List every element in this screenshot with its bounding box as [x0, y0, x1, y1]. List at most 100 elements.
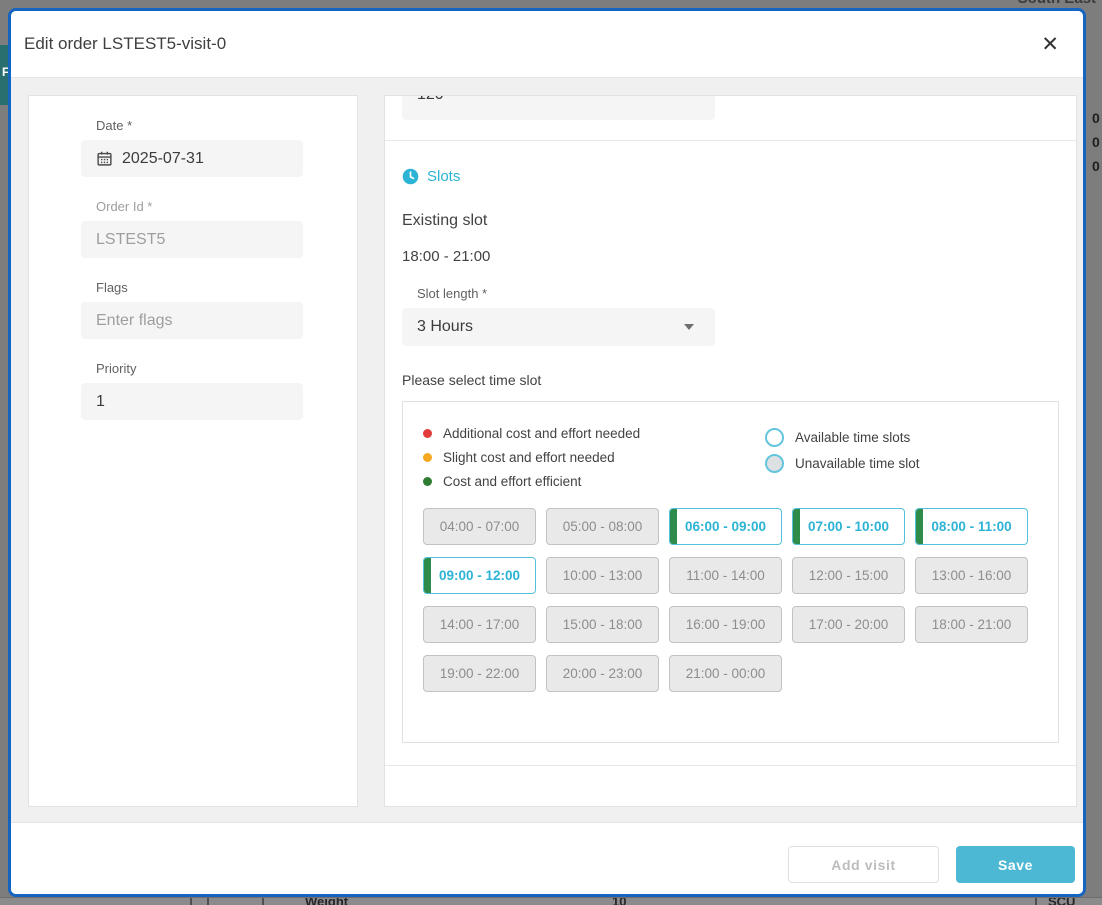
time-slot-label: 20:00 - 23:00: [563, 666, 643, 681]
slots-section-heading: Slots: [402, 168, 1059, 185]
duration-input-truncated[interactable]: 120: [402, 96, 715, 120]
order-id-value: LSTEST5: [96, 231, 165, 249]
save-button[interactable]: Save: [956, 846, 1075, 883]
select-time-slot-prompt: Please select time slot: [402, 372, 1059, 388]
green-dot-icon: [423, 477, 432, 486]
priority-field-group: Priority 1: [81, 361, 331, 420]
time-slot-label: 15:00 - 18:00: [563, 617, 643, 632]
legend-label: Available time slots: [795, 430, 910, 445]
background-cell-10: 10: [612, 897, 626, 905]
slot-length-value: 3 Hours: [417, 318, 473, 336]
date-label: Date *: [96, 118, 331, 133]
background-table-values: 0 0 0: [1092, 106, 1102, 178]
time-slot-option[interactable]: 10:00 - 13:00: [546, 557, 659, 594]
order-id-label: Order Id *: [96, 199, 331, 214]
time-slot-option[interactable]: 21:00 - 00:00: [669, 655, 782, 692]
flags-field-group: Flags Enter flags: [81, 280, 331, 339]
time-slot-label: 05:00 - 08:00: [563, 519, 643, 534]
time-slot-option[interactable]: 18:00 - 21:00: [915, 606, 1028, 643]
time-slot-option[interactable]: 16:00 - 19:00: [669, 606, 782, 643]
existing-slot-label: Existing slot: [402, 212, 1059, 230]
dialog-header: Edit order LSTEST5-visit-0 ✕: [11, 11, 1083, 78]
background-region-label: South East: [1018, 0, 1096, 8]
time-slot-option[interactable]: 19:00 - 22:00: [423, 655, 536, 692]
time-slot-option[interactable]: 06:00 - 09:00: [669, 508, 782, 545]
calendar-icon: [96, 150, 113, 167]
time-slot-label: 10:00 - 13:00: [563, 568, 643, 583]
close-icon[interactable]: ✕: [1035, 30, 1065, 59]
section-divider: [385, 140, 1076, 141]
time-slot-option[interactable]: 05:00 - 08:00: [546, 508, 659, 545]
available-circle-icon: [765, 428, 784, 447]
add-visit-button[interactable]: Add visit: [788, 846, 939, 883]
clock-icon: [402, 168, 419, 185]
time-slot-option[interactable]: 20:00 - 23:00: [546, 655, 659, 692]
legend-item-unavailable: Unavailable time slot: [765, 454, 920, 473]
time-slot-option[interactable]: 08:00 - 11:00: [915, 508, 1028, 545]
time-slot-label: 11:00 - 14:00: [686, 568, 765, 583]
orange-dot-icon: [423, 453, 432, 462]
table-gridline: [1035, 898, 1037, 905]
time-slot-label: 04:00 - 07:00: [440, 519, 520, 534]
flags-label: Flags: [96, 280, 331, 295]
flags-placeholder: Enter flags: [96, 312, 172, 330]
order-id-field-group: Order Id * LSTEST5: [81, 199, 331, 258]
time-slot-option[interactable]: 13:00 - 16:00: [915, 557, 1028, 594]
time-slot-option[interactable]: 12:00 - 15:00: [792, 557, 905, 594]
order-form-panel: Date * 2025-07-31: [28, 95, 358, 807]
priority-value: 1: [96, 393, 105, 411]
legend-item-additional: Additional cost and effort needed: [423, 426, 765, 441]
time-slot-label: 21:00 - 00:00: [686, 666, 766, 681]
visit-details-panel: 120 Slots Existing slot 18:00 - 21:00 Sl…: [384, 95, 1077, 807]
background-cell-weight: Weight: [305, 897, 348, 905]
dialog-title: Edit order LSTEST5-visit-0: [24, 34, 226, 54]
time-slot-label: 13:00 - 16:00: [932, 568, 1012, 583]
slots-heading-label: Slots: [427, 168, 460, 185]
time-slot-option[interactable]: 15:00 - 18:00: [546, 606, 659, 643]
legend-item-slight: Slight cost and effort needed: [423, 450, 765, 465]
time-slot-label: 06:00 - 09:00: [685, 519, 766, 534]
red-dot-icon: [423, 429, 432, 438]
background-cell-scu: SCU: [1048, 897, 1075, 905]
dialog-footer: Add visit Save: [11, 822, 1083, 894]
time-slot-label: 16:00 - 19:00: [686, 617, 766, 632]
duration-value: 120: [417, 96, 444, 104]
time-slot-label: 08:00 - 11:00: [931, 519, 1011, 534]
background-value: 0: [1092, 154, 1102, 178]
time-slot-option[interactable]: 09:00 - 12:00: [423, 557, 536, 594]
date-input[interactable]: 2025-07-31: [81, 140, 303, 177]
priority-input[interactable]: 1: [81, 383, 303, 420]
legend-label: Unavailable time slot: [795, 456, 920, 471]
table-gridline: [190, 898, 192, 905]
existing-slot-value: 18:00 - 21:00: [402, 248, 1059, 265]
background-table-strip: Weight 10 SCU: [0, 897, 1102, 905]
unavailable-circle-icon: [765, 454, 784, 473]
time-slot-option[interactable]: 07:00 - 10:00: [792, 508, 905, 545]
section-divider: [385, 765, 1076, 766]
slot-legend: Additional cost and effort needed Slight…: [423, 426, 1038, 489]
date-field-group: Date * 2025-07-31: [81, 118, 331, 177]
chevron-down-icon: [684, 324, 694, 330]
time-slot-label: 09:00 - 12:00: [439, 568, 520, 583]
flags-input[interactable]: Enter flags: [81, 302, 303, 339]
date-value: 2025-07-31: [122, 150, 204, 168]
legend-item-efficient: Cost and effort efficient: [423, 474, 765, 489]
time-slot-option[interactable]: 14:00 - 17:00: [423, 606, 536, 643]
effort-legend: Additional cost and effort needed Slight…: [423, 426, 765, 489]
legend-item-available: Available time slots: [765, 428, 920, 447]
legend-label: Slight cost and effort needed: [443, 450, 615, 465]
time-slot-label: 19:00 - 22:00: [440, 666, 520, 681]
time-slot-label: 17:00 - 20:00: [809, 617, 889, 632]
table-gridline: [207, 898, 209, 905]
slot-length-select[interactable]: 3 Hours: [402, 308, 715, 346]
priority-label: Priority: [96, 361, 331, 376]
availability-legend: Available time slots Unavailable time sl…: [765, 426, 920, 489]
time-slot-grid: 04:00 - 07:00 05:00 - 08:00 06:00 - 09:0…: [423, 508, 1038, 692]
slot-length-label: Slot length *: [417, 286, 1059, 301]
time-slot-label: 07:00 - 10:00: [808, 519, 889, 534]
time-slot-label: 14:00 - 17:00: [440, 617, 520, 632]
background-value: 0: [1092, 106, 1102, 130]
time-slot-option[interactable]: 04:00 - 07:00: [423, 508, 536, 545]
time-slot-option[interactable]: 11:00 - 14:00: [669, 557, 782, 594]
time-slot-option[interactable]: 17:00 - 20:00: [792, 606, 905, 643]
